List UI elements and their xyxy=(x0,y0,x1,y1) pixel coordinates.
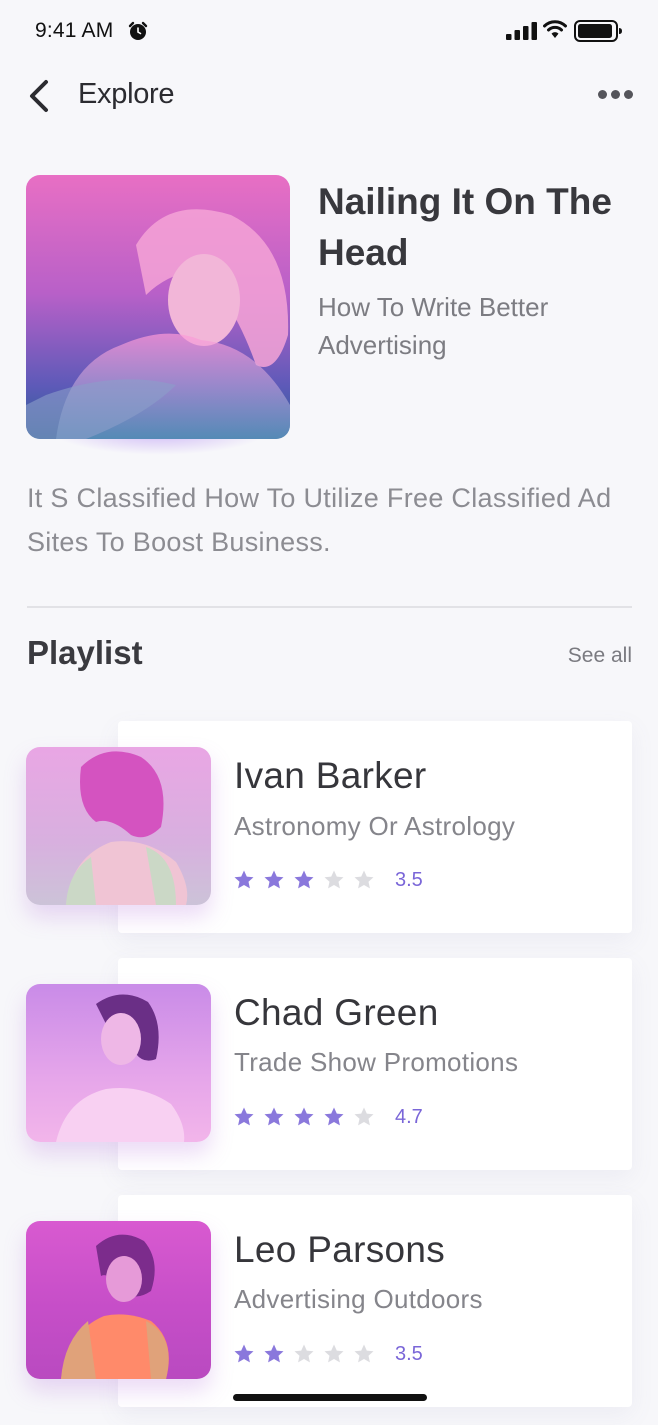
back-button[interactable] xyxy=(22,76,56,116)
playlist-thumbnail[interactable] xyxy=(26,747,211,905)
home-indicator xyxy=(233,1394,427,1401)
portrait-illustration xyxy=(56,994,185,1142)
star-empty-icon xyxy=(354,1344,374,1363)
playlist-item-topic: Advertising Outdoors xyxy=(234,1284,483,1314)
star-empty-icon xyxy=(324,870,344,889)
see-all-link[interactable]: See all xyxy=(568,644,632,668)
playlist-item-name: Leo Parsons xyxy=(234,1229,446,1270)
star-filled-icon xyxy=(324,1107,344,1126)
more-horizontal-icon-dot xyxy=(597,89,607,99)
star-empty-icon xyxy=(294,1344,314,1363)
playlist-thumbnail[interactable] xyxy=(26,984,211,1142)
page-title: Explore xyxy=(78,78,175,110)
portrait-illustration xyxy=(66,751,188,905)
status-time: 9:41 AM xyxy=(35,19,114,42)
playlist-item-topic: Trade Show Promotions xyxy=(234,1047,519,1077)
more-options-button[interactable] xyxy=(594,80,636,108)
wifi-icon xyxy=(543,20,567,38)
star-filled-icon xyxy=(264,870,284,889)
star-filled-icon xyxy=(234,1344,254,1363)
rating-value: 4.7 xyxy=(395,1105,423,1128)
featured-title[interactable]: Nailing It On The Head xyxy=(318,176,638,278)
star-empty-icon xyxy=(324,1344,344,1363)
star-empty-icon xyxy=(354,1107,374,1126)
rating-value: 3.5 xyxy=(395,1342,423,1365)
star-filled-icon xyxy=(294,870,314,889)
rating-stars: 3.5 xyxy=(233,1342,423,1366)
playlist-title: Playlist xyxy=(27,634,143,671)
star-filled-icon xyxy=(234,1107,254,1126)
battery-icon xyxy=(574,20,622,42)
playlist-item-topic: Astronomy Or Astrology xyxy=(234,811,516,841)
star-filled-icon xyxy=(264,1344,284,1363)
rating-stars: 3.5 xyxy=(233,868,423,892)
featured-description: It S Classified How To Utilize Free Clas… xyxy=(27,483,612,557)
more-horizontal-icon-dot xyxy=(623,89,633,99)
star-filled-icon xyxy=(264,1107,284,1126)
chevron-left-icon xyxy=(30,80,48,112)
status-bar: 9:41 AM xyxy=(0,0,658,64)
alarm-icon xyxy=(128,21,148,40)
star-filled-icon xyxy=(294,1107,314,1126)
playlist-thumbnail[interactable] xyxy=(26,1221,211,1379)
rating-stars: 4.7 xyxy=(233,1105,423,1129)
star-empty-icon xyxy=(354,870,374,889)
rating-value: 3.5 xyxy=(395,868,423,891)
playlist-item-name: Ivan Barker xyxy=(234,755,427,796)
section-divider xyxy=(27,606,632,608)
featured-portrait-illustration xyxy=(26,209,290,439)
star-filled-icon xyxy=(234,870,254,889)
portrait-illustration xyxy=(61,1234,169,1379)
featured-subtitle: How To Write Better Advertising xyxy=(318,292,549,360)
signal-icon xyxy=(506,22,537,40)
playlist-item-name: Chad Green xyxy=(234,992,439,1033)
featured-image[interactable] xyxy=(26,175,290,439)
more-horizontal-icon-dot xyxy=(610,89,620,99)
